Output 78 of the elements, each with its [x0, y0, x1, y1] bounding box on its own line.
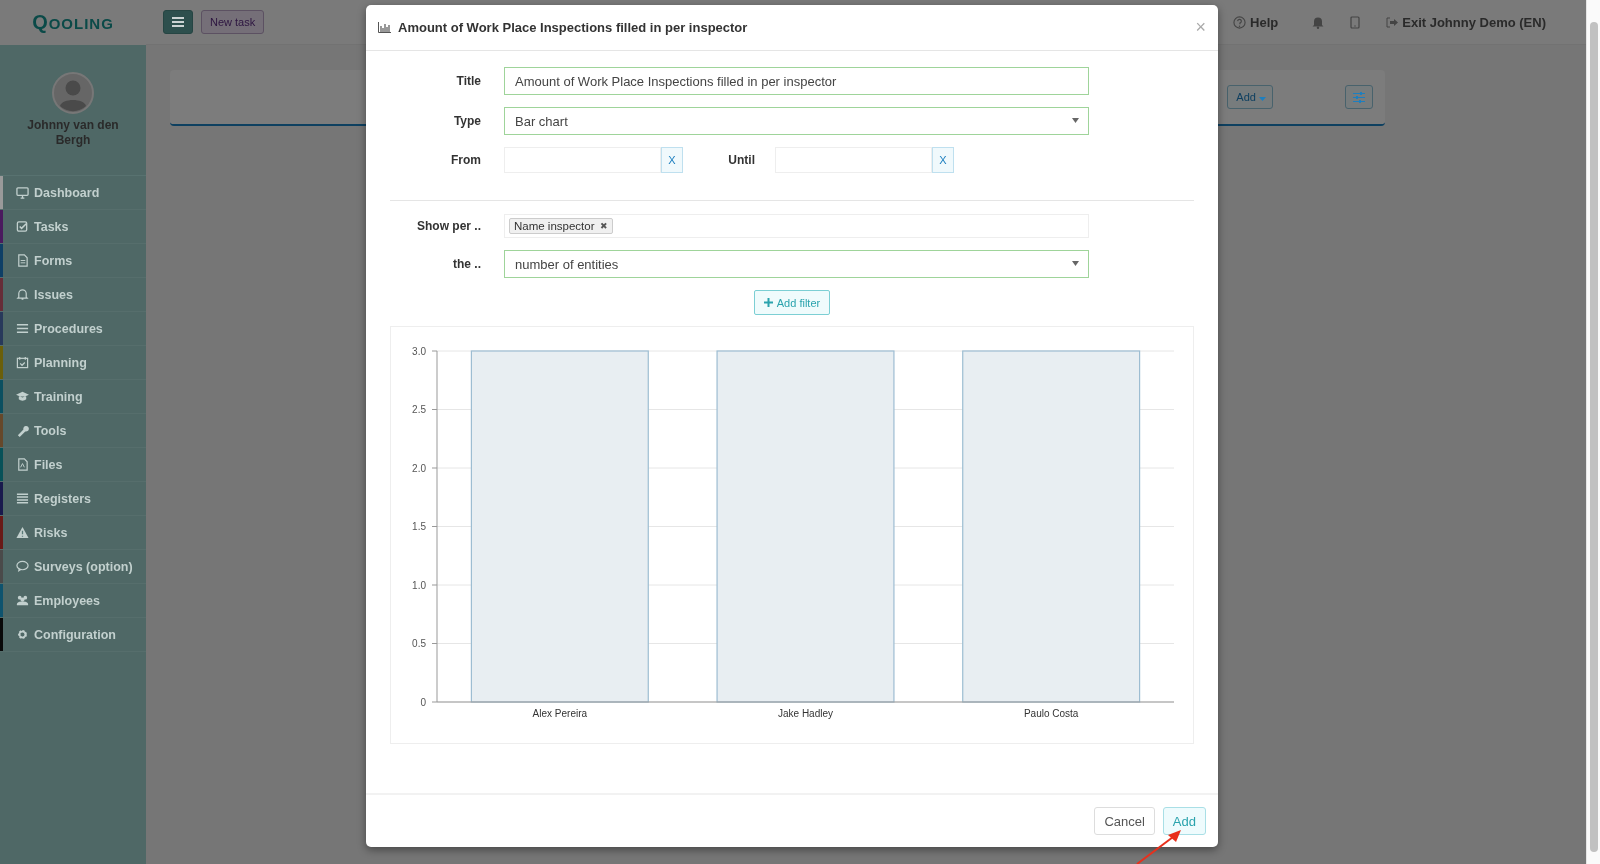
- add-dropdown-button[interactable]: Add: [1227, 85, 1273, 109]
- clear-button[interactable]: X: [661, 147, 683, 173]
- speech-bubble-icon: [16, 560, 29, 573]
- category-label: Alex Pereira: [532, 708, 588, 719]
- date-field[interactable]: [504, 147, 661, 173]
- sidebar-item[interactable]: Risks: [0, 516, 146, 550]
- tablet-icon[interactable]: [1350, 15, 1361, 29]
- bell-icon[interactable]: [1312, 15, 1325, 29]
- sidebar-item[interactable]: Registers: [0, 482, 146, 516]
- axis-tick-label: 1.0: [412, 579, 426, 591]
- measure-select[interactable]: number of entities: [504, 250, 1089, 278]
- sidebar-item[interactable]: Tasks: [0, 210, 146, 244]
- tag-label: Name inspector: [514, 220, 595, 232]
- category-label: Jake Hadley: [778, 708, 833, 719]
- dropdown-caret-icon: [1072, 261, 1079, 266]
- field-label: Until: [727, 153, 756, 167]
- axis-tick-label: 2.5: [412, 404, 426, 415]
- sidebar-item[interactable]: Employees: [0, 584, 146, 618]
- sidebar-item[interactable]: Procedures: [0, 312, 146, 346]
- tag-field[interactable]: Name inspector ✖: [504, 214, 1089, 238]
- calendar-icon: [16, 356, 29, 369]
- sidebar-item[interactable]: Tools: [0, 414, 146, 448]
- field-label: Title: [455, 74, 482, 88]
- annotation-arrow: [1136, 830, 1181, 864]
- modal-title: Amount of Work Place Inspections filled in per inspector: [398, 20, 749, 35]
- gear-icon: [16, 628, 29, 641]
- sidebar-item[interactable]: Training: [0, 380, 146, 414]
- clear-button[interactable]: X: [932, 147, 954, 173]
- bell-icon: [16, 288, 29, 301]
- sidebar-item[interactable]: Planning: [0, 346, 146, 380]
- sidebar-item[interactable]: Surveys (option): [0, 550, 146, 584]
- date-field[interactable]: [775, 147, 932, 173]
- field-label: the ..: [452, 257, 482, 271]
- sidebar-item[interactable]: Issues: [0, 278, 146, 312]
- monitor-icon: [16, 186, 29, 199]
- sidebar-item[interactable]: Dashboard: [0, 176, 146, 210]
- exit-icon: [1386, 16, 1399, 28]
- add-button[interactable]: Add: [1162, 807, 1206, 835]
- sliders-icon: [1353, 91, 1365, 103]
- warning-icon: [16, 526, 29, 539]
- axis-tick-label: 2.0: [412, 462, 426, 474]
- close-button[interactable]: ×: [1195, 17, 1206, 38]
- field-label: From: [450, 153, 482, 167]
- user-name: Johnny van den Bergh: [26, 118, 120, 148]
- field-label: Show per ..: [416, 219, 482, 233]
- axis-tick-label: 1.5: [412, 521, 426, 532]
- exit-link[interactable]: Exit Johnny Demo (EN): [1386, 14, 1546, 30]
- list-icon: [16, 322, 29, 335]
- category-label: Paulo Costa: [1023, 708, 1079, 719]
- sidebar-item[interactable]: Configuration: [0, 618, 146, 652]
- plus-icon: [763, 298, 773, 307]
- graduation-cap-icon: [16, 390, 29, 403]
- sidebar-item[interactable]: Forms: [0, 244, 146, 278]
- axis-tick-label: 0.5: [412, 638, 426, 649]
- dropdown-caret-icon: [1072, 118, 1079, 123]
- field-label: Type: [452, 114, 482, 128]
- add-filter-button[interactable]: Add filter: [753, 290, 831, 315]
- axis-tick-label: 0: [420, 696, 426, 708]
- menu-icon: [172, 17, 184, 27]
- type-select[interactable]: Bar chart: [504, 107, 1089, 135]
- title-field[interactable]: Amount of Work Place Inspections filled in per inspector: [504, 67, 1089, 95]
- help-icon: [1233, 15, 1247, 29]
- new-task-button[interactable]: New task: [201, 10, 265, 34]
- help-link[interactable]: Help: [1233, 14, 1279, 30]
- list-icon: [16, 492, 29, 505]
- cancel-button[interactable]: Cancel: [1094, 807, 1155, 835]
- bar-chart-icon: [378, 22, 391, 33]
- caret-icon: [1259, 97, 1266, 101]
- menu-button[interactable]: [163, 10, 193, 34]
- remove-tag-button[interactable]: ✖: [599, 221, 608, 231]
- sidebar-item[interactable]: Files: [0, 448, 146, 482]
- document-icon: [16, 458, 29, 471]
- filter-settings-button[interactable]: [1345, 85, 1373, 109]
- document-icon: [16, 254, 29, 267]
- checkbox-icon: [16, 220, 29, 233]
- axis-tick-label: 3.0: [412, 345, 426, 357]
- scrollbar[interactable]: [1590, 22, 1598, 852]
- avatar: [52, 72, 94, 114]
